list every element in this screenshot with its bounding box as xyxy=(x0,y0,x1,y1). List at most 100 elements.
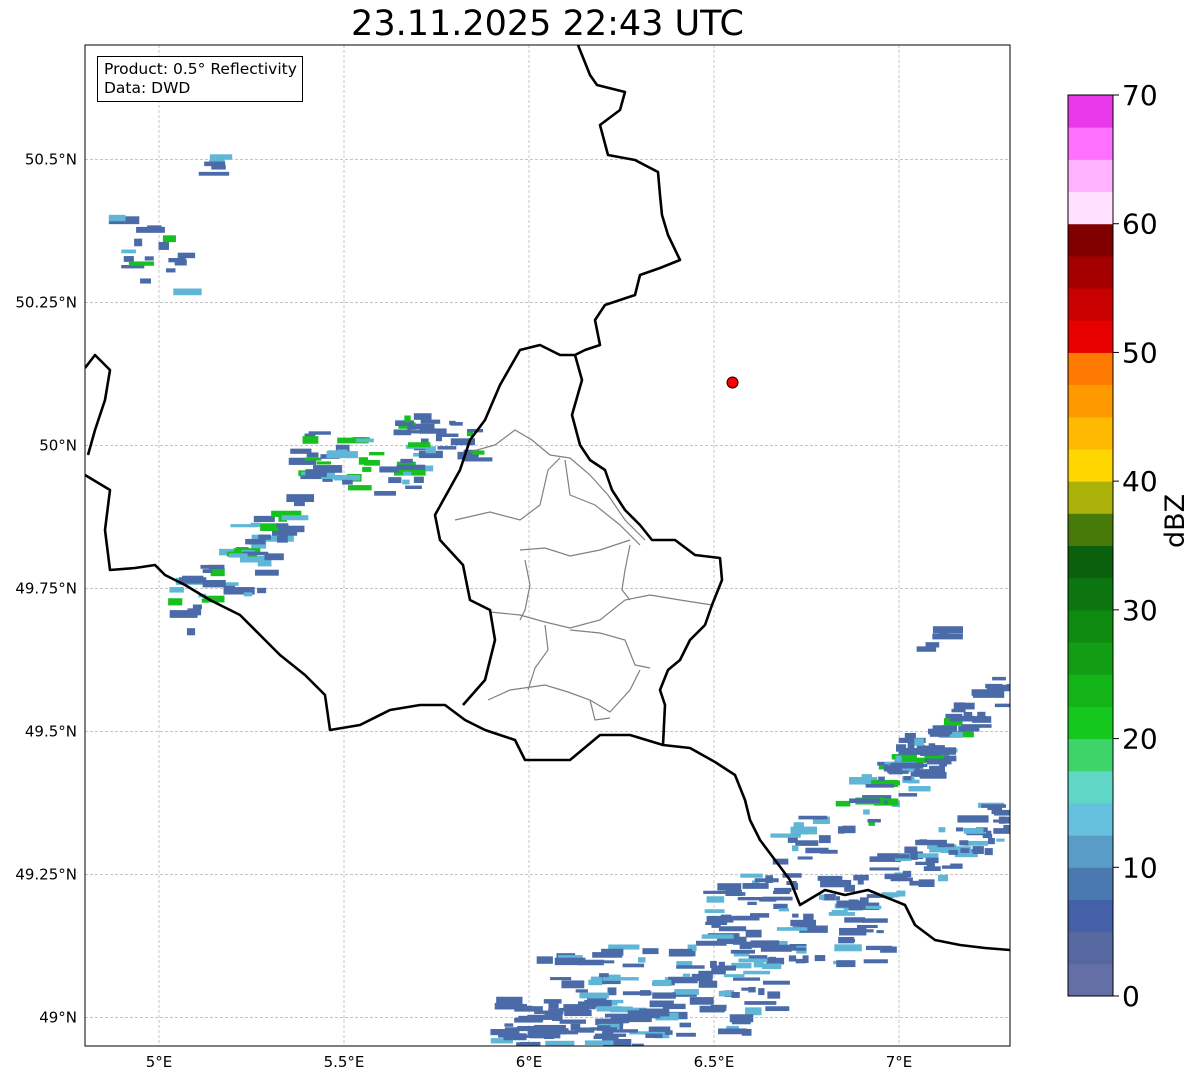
echo-cell xyxy=(795,840,819,846)
echo-cell xyxy=(689,997,714,1005)
echo-cell xyxy=(725,890,742,897)
echo-cell xyxy=(543,999,562,1004)
echo-cell xyxy=(765,1006,790,1012)
echo-cell xyxy=(717,883,742,891)
echo-cell xyxy=(742,883,769,889)
echo-cell xyxy=(774,887,792,893)
echo-cell xyxy=(861,918,888,923)
echo-cell xyxy=(797,856,813,860)
echo-cell xyxy=(910,769,941,777)
echo-cell xyxy=(393,429,412,436)
echo-cell xyxy=(316,461,332,465)
echo-cell xyxy=(937,874,948,882)
echo-cell xyxy=(895,755,902,762)
echo-cell xyxy=(200,564,225,569)
colorbar-band xyxy=(1068,95,1113,128)
echo-cell xyxy=(914,738,924,746)
echo-cell xyxy=(403,471,412,476)
echo-cell xyxy=(554,957,586,966)
echo-cell xyxy=(981,804,1007,808)
echo-cell xyxy=(857,880,864,885)
echo-cell xyxy=(937,843,955,848)
colorbar-band xyxy=(1068,288,1113,321)
echo-cell xyxy=(405,485,422,490)
echo-cell xyxy=(128,261,155,266)
echo-cell xyxy=(123,256,134,262)
region-boundary xyxy=(487,669,641,713)
echo-cell xyxy=(462,457,493,462)
echo-cell xyxy=(985,683,1003,689)
echo-cell xyxy=(902,870,912,878)
echo-cell xyxy=(929,731,950,737)
echo-cell xyxy=(649,1000,674,1008)
echo-cell xyxy=(248,541,258,545)
echo-cell xyxy=(639,1008,670,1017)
echo-cell xyxy=(668,976,698,984)
x-tick-label: 6.5°E xyxy=(694,1053,735,1071)
echo-cell xyxy=(996,838,1005,842)
echo-cell xyxy=(676,1032,696,1037)
colorbar-band xyxy=(1068,545,1113,579)
colorbar-label: dBZ xyxy=(1160,493,1191,548)
colorbar-band xyxy=(1068,931,1113,965)
colorbar-band xyxy=(1068,706,1113,740)
colorbar-band xyxy=(1068,738,1113,772)
colorbar-tick-label: 30 xyxy=(1122,594,1158,627)
echo-cell xyxy=(162,235,176,243)
colorbar-band xyxy=(1068,577,1113,611)
echo-cell xyxy=(254,569,279,576)
echo-cell xyxy=(537,1027,566,1035)
echo-cell xyxy=(333,474,361,481)
echo-cell xyxy=(588,979,603,986)
echo-cell xyxy=(972,846,984,854)
echo-cell xyxy=(425,446,436,454)
echo-cell xyxy=(758,988,765,996)
echo-cell xyxy=(419,428,447,434)
colorbar-tick-label: 10 xyxy=(1122,851,1158,884)
echo-cell xyxy=(169,610,198,618)
y-tick-label: 50.5°N xyxy=(25,150,77,168)
echo-cell xyxy=(698,970,713,979)
echo-cell xyxy=(369,451,385,456)
echo-cell xyxy=(805,847,829,854)
echo-cell xyxy=(876,930,884,934)
echo-cell xyxy=(121,249,136,254)
echo-cell xyxy=(342,479,353,485)
echo-cell xyxy=(173,288,202,296)
echo-cell xyxy=(984,848,993,856)
echo-cell xyxy=(209,154,233,160)
echo-cell xyxy=(575,989,588,993)
colorbar-band xyxy=(1068,481,1113,514)
echo-cell xyxy=(622,991,652,996)
echo-cell xyxy=(972,690,1005,698)
echo-cell xyxy=(306,452,319,458)
echo-cell xyxy=(607,987,617,996)
echo-cell xyxy=(676,965,705,969)
echo-cell xyxy=(792,845,799,852)
y-tick-label: 49.25°N xyxy=(15,865,77,883)
region-boundary xyxy=(519,539,631,557)
echo-cell xyxy=(355,438,374,443)
echo-cell xyxy=(1000,816,1010,824)
echo-cell xyxy=(792,913,799,918)
y-tick-label: 49°N xyxy=(39,1008,77,1026)
echo-cell xyxy=(740,873,763,878)
product-label: Product: 0.5° Reflectivity xyxy=(104,60,297,78)
echo-cell xyxy=(938,827,946,833)
colorbar-tick-label: 60 xyxy=(1122,208,1158,241)
echo-cell xyxy=(977,717,985,721)
colorbar-band xyxy=(1068,770,1113,804)
colorbar-band xyxy=(1068,867,1113,900)
echo-cell xyxy=(761,963,782,970)
echo-cell xyxy=(941,865,953,869)
region-boundary xyxy=(519,559,531,621)
colorbar-tick-label: 20 xyxy=(1122,723,1158,756)
echo-cell xyxy=(838,936,855,944)
echo-cell xyxy=(400,458,413,464)
echo-cell xyxy=(518,1015,544,1022)
colorbar-bands xyxy=(1067,94,1114,997)
echo-cell xyxy=(302,436,319,444)
colorbar-band xyxy=(1068,384,1113,418)
echo-cell xyxy=(824,893,836,901)
echo-cell xyxy=(413,413,432,420)
